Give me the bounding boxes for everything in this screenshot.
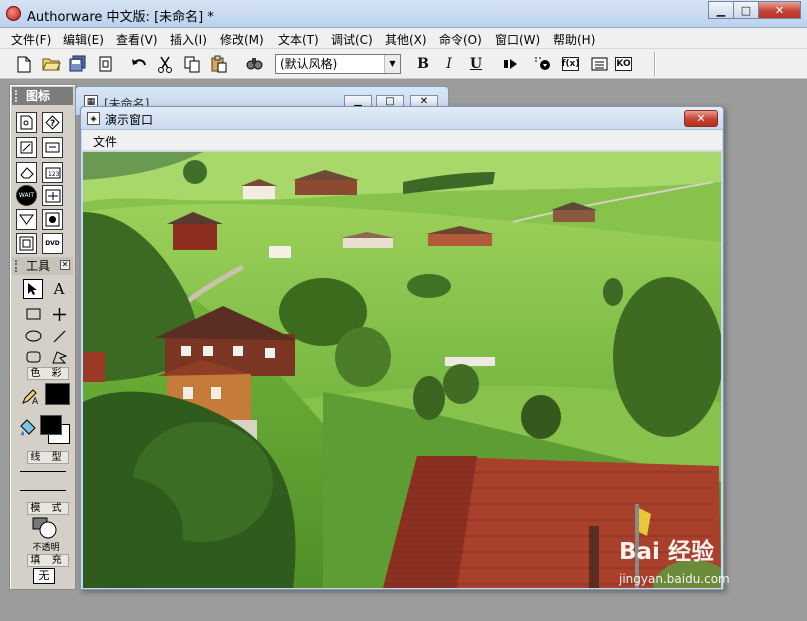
toolbar-separator (654, 52, 656, 76)
presentation-menu-file[interactable]: 文件 (93, 133, 117, 150)
presentation-window-icon: ◈ (87, 112, 100, 125)
mode-value: 不透明 (32, 543, 60, 553)
fill-section-label: 填 充 (27, 554, 69, 567)
menu-modify[interactable]: 修改(M) (220, 31, 264, 48)
svg-text:?: ? (50, 119, 55, 129)
functions-icon[interactable]: f(x) (562, 57, 579, 71)
watermark-brand: Bai 经验 (619, 539, 714, 565)
interaction-icon[interactable] (42, 137, 63, 158)
line-style-thin[interactable] (20, 471, 66, 472)
menu-command[interactable]: 命令(O) (439, 31, 482, 48)
wait-icon[interactable]: WAIT (16, 185, 37, 206)
ellipse-tool[interactable] (23, 326, 43, 346)
menu-insert[interactable]: 插入(I) (170, 31, 207, 48)
undo-icon[interactable] (128, 53, 150, 75)
baidu-watermark: Bai 经验 jingyan.baidu.com (619, 532, 730, 586)
mode-opaque-icon[interactable] (32, 515, 58, 541)
presentation-menu-bar: 文件 (82, 130, 722, 151)
italic-button[interactable]: I (438, 53, 460, 75)
menu-view[interactable]: 查看(V) (116, 31, 158, 48)
rounded-rectangle-tool[interactable] (23, 347, 43, 367)
chevron-down-icon[interactable]: ▼ (384, 55, 400, 73)
menu-help[interactable]: 帮助(H) (553, 31, 595, 48)
menu-bar: 文件(F) 编辑(E) 查看(V) 插入(I) 修改(M) 文本(T) 调试(C… (0, 28, 807, 49)
copy-icon[interactable] (181, 53, 203, 75)
fill-value[interactable]: 无 (33, 568, 55, 584)
paint-bucket-icon (18, 418, 38, 438)
grip-icon[interactable] (15, 90, 21, 102)
save-all-icon[interactable] (67, 53, 89, 75)
line-tool[interactable] (49, 326, 69, 346)
menu-window[interactable]: 窗口(W) (495, 31, 540, 48)
menu-edit[interactable]: 编辑(E) (63, 31, 104, 48)
text-tool[interactable]: A (49, 279, 69, 299)
pen-color-swatch[interactable] (45, 383, 70, 405)
close-button[interactable]: ✕ (758, 1, 801, 19)
presentation-window: ◈ 演示窗口 ✕ 文件 (80, 106, 724, 590)
title-bar: Authorware 中文版: [未命名] * ▁ □ ✕ (0, 0, 807, 28)
pencil-icon: A (20, 386, 40, 406)
map-icon[interactable] (16, 233, 37, 254)
style-select-value: (默认风格) (280, 57, 338, 71)
control-panel-icon[interactable] (532, 53, 554, 75)
navigate-icon[interactable] (42, 185, 63, 206)
crosshair-tool[interactable] (49, 304, 69, 324)
palette-tools-header: 工具 ✕ (12, 257, 73, 275)
style-select[interactable]: (默认风格) ▼ (275, 54, 401, 74)
motion-icon[interactable] (16, 137, 37, 158)
find-icon[interactable] (243, 53, 265, 75)
menu-text[interactable]: 文本(T) (278, 31, 319, 48)
display-icon[interactable] (16, 112, 37, 133)
paste-icon[interactable] (208, 53, 230, 75)
presentation-close-button[interactable]: ✕ (684, 110, 718, 127)
pointer-tool[interactable] (23, 279, 43, 299)
palette-icons-title: 图标 (26, 89, 51, 103)
app-logo-icon (6, 6, 21, 21)
foreground-color-swatch[interactable] (40, 415, 62, 435)
sound-icon[interactable] (42, 209, 63, 230)
line-style-thin-2[interactable] (20, 490, 66, 491)
presentation-title-bar: ◈ 演示窗口 ✕ (81, 107, 723, 130)
presentation-title: 演示窗口 (105, 113, 154, 127)
underline-button[interactable]: U (465, 53, 487, 75)
dvd-icon[interactable]: DVD (42, 233, 63, 254)
app-title: Authorware 中文版: [未命名] * (27, 10, 214, 25)
framework-icon[interactable] (16, 209, 37, 230)
minimize-button[interactable]: ▁ (708, 1, 734, 19)
new-icon[interactable] (13, 53, 35, 75)
toolbar: (默认风格) ▼ B I U f(x) KO (0, 49, 807, 79)
line-section-label: 线 型 (27, 451, 69, 464)
menu-debug[interactable]: 调试(C) (331, 31, 373, 48)
color-section-label: 色 彩 (27, 367, 69, 380)
mode-section-label: 模 式 (27, 502, 69, 515)
svg-text:123: 123 (48, 171, 60, 178)
grip-icon[interactable] (15, 260, 21, 272)
rectangle-tool[interactable] (23, 304, 43, 324)
run-icon[interactable] (500, 53, 522, 75)
maximize-button[interactable]: □ (733, 1, 759, 19)
polygon-tool[interactable] (49, 347, 69, 367)
window-controls: ▁ □ ✕ (708, 1, 801, 19)
palette-tools-title: 工具 (26, 259, 51, 273)
icon-palette: 图标 ? 123 WAIT DVD 工具 ✕ A 色 彩 A 线 型 模 式 不… (9, 84, 76, 590)
decision-icon[interactable]: ? (42, 112, 63, 133)
open-icon[interactable] (40, 53, 62, 75)
palette-icons-header: 图标 (12, 87, 73, 105)
cut-icon[interactable] (154, 53, 176, 75)
bold-button[interactable]: B (412, 53, 434, 75)
watermark-url: jingyan.baidu.com (619, 572, 730, 586)
presentation-image (83, 152, 721, 588)
erase-icon[interactable] (16, 162, 37, 183)
import-icon[interactable] (94, 53, 116, 75)
calculation-icon[interactable]: 123 (42, 162, 63, 183)
close-icon[interactable]: ✕ (60, 260, 70, 270)
svg-text:A: A (32, 397, 39, 405)
menu-other[interactable]: 其他(X) (385, 31, 427, 48)
menu-file[interactable]: 文件(F) (11, 31, 51, 48)
knowledge-objects-icon[interactable]: KO (615, 57, 632, 71)
variables-icon[interactable] (588, 53, 610, 75)
